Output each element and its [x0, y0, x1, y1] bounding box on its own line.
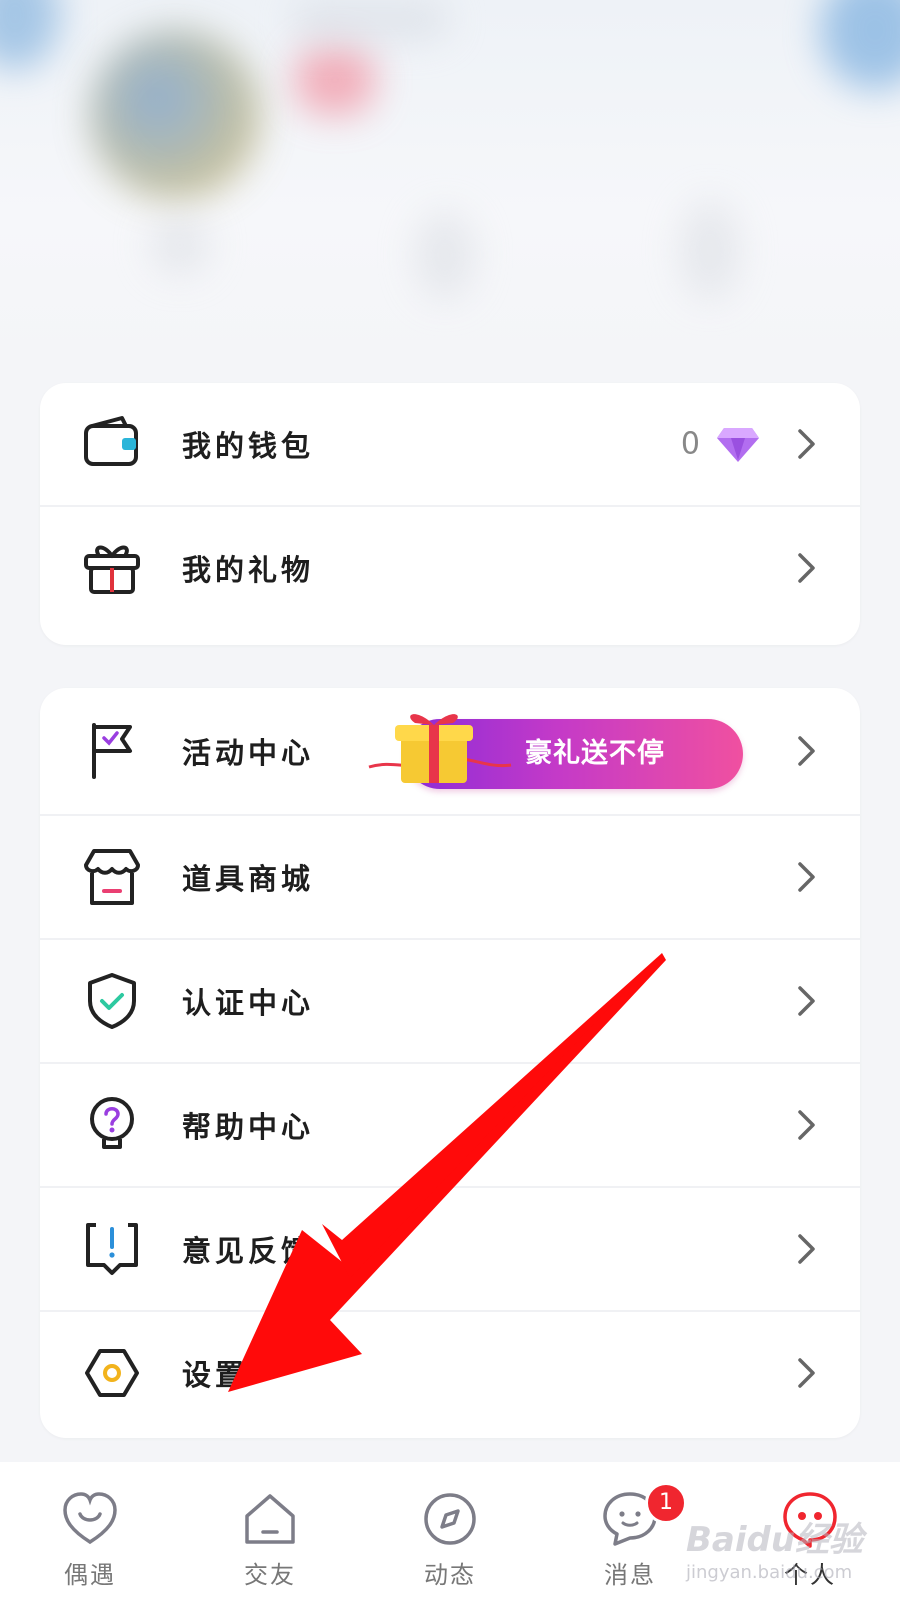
menu-label: 活动中心: [182, 736, 315, 770]
tab-label: 消息: [604, 1561, 656, 1589]
flag-icon: [92, 723, 132, 779]
avatar[interactable]: [90, 30, 260, 200]
tab-label: 偶遇: [64, 1561, 116, 1589]
home-icon: [245, 1494, 295, 1544]
menu-item-settings[interactable]: 设置: [40, 1312, 860, 1434]
shield-check-icon: [88, 973, 136, 1029]
chevron-right-icon: [798, 862, 815, 892]
chevron-right-icon: [798, 429, 815, 459]
compass-icon: [424, 1493, 476, 1545]
settings-hexagon-icon: [85, 1349, 139, 1397]
profile-face-icon: [783, 1492, 837, 1548]
chevron-right-icon: [798, 1110, 815, 1140]
tab-profile[interactable]: 个人: [720, 1462, 900, 1600]
feedback-icon: [86, 1223, 138, 1275]
tab-encounter[interactable]: 偶遇: [0, 1462, 180, 1600]
menu-item-activity[interactable]: 活动中心 豪礼送不停: [40, 688, 860, 816]
menu-item-store[interactable]: 道具商城: [40, 816, 860, 940]
menu-item-wallet[interactable]: 我的钱包 0: [40, 383, 860, 507]
chevron-right-icon: [798, 986, 815, 1016]
chevron-right-icon: [798, 553, 815, 583]
tab-label: 动态: [424, 1561, 476, 1589]
chevron-right-icon: [798, 736, 815, 766]
wallet-balance: 0: [680, 426, 700, 462]
wallet-icon: [84, 416, 138, 466]
chevron-right-icon: [798, 1234, 815, 1264]
heart-smile-icon: [63, 1492, 117, 1545]
menu-label: 道具商城: [182, 862, 315, 896]
tab-moments[interactable]: 动态: [360, 1462, 540, 1600]
menu-label: 意见反馈: [182, 1234, 315, 1268]
tab-messages[interactable]: 1 消息: [540, 1462, 720, 1600]
bottom-tab-bar: 偶遇 交友 动态 1 消息 个人: [0, 1462, 900, 1600]
services-card: 活动中心 豪礼送不停 道具商城 认证中心 帮助中心 意见反馈 设置: [40, 688, 860, 1438]
menu-label: 认证中心: [182, 986, 315, 1020]
promo-banner[interactable]: 豪礼送不停: [365, 709, 745, 793]
menu-label: 我的钱包: [182, 429, 315, 463]
gift-promo-icon: [368, 714, 512, 783]
menu-label: 帮助中心: [182, 1110, 315, 1144]
menu-item-verify[interactable]: 认证中心: [40, 940, 860, 1064]
gift-box-icon: [84, 545, 140, 594]
tab-label: 个人: [784, 1561, 836, 1589]
promo-text: 豪礼送不停: [525, 738, 665, 769]
shop-icon: [84, 849, 140, 905]
diamond-icon: [717, 428, 759, 462]
chevron-right-icon: [798, 1358, 815, 1388]
tab-label: 交友: [244, 1561, 296, 1589]
profile-header-blurred: [0, 0, 900, 360]
wallet-gifts-card: 我的钱包 0 我的礼物: [40, 383, 860, 645]
menu-item-feedback[interactable]: 意见反馈: [40, 1188, 860, 1312]
tab-friends[interactable]: 交友: [180, 1462, 360, 1600]
menu-label: 我的礼物: [182, 553, 315, 587]
unread-badge: 1: [645, 1482, 687, 1524]
menu-label: 设置: [182, 1358, 249, 1392]
menu-item-gifts[interactable]: 我的礼物: [40, 507, 860, 629]
menu-item-help[interactable]: 帮助中心: [40, 1064, 860, 1188]
question-bulb-icon: [90, 1097, 134, 1149]
